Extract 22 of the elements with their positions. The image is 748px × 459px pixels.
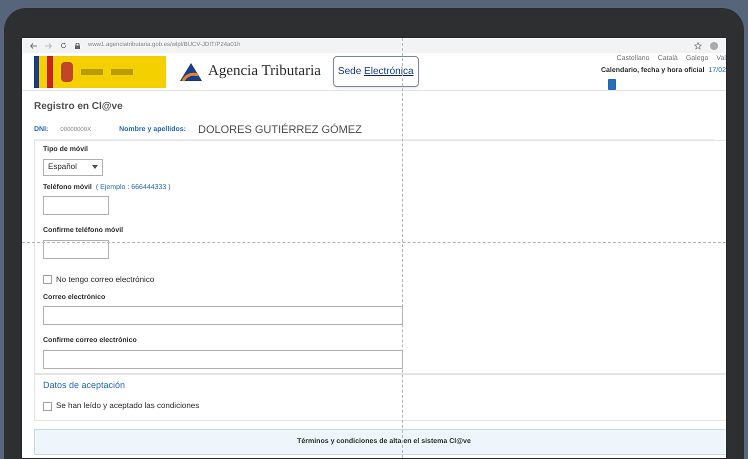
agency-logo-icon <box>178 60 204 82</box>
mobile-type-select[interactable]: Español <box>43 158 103 176</box>
reload-icon[interactable] <box>60 42 67 49</box>
confirm-phone-field[interactable] <box>43 240 109 258</box>
checkbox[interactable] <box>43 275 52 284</box>
back-icon[interactable] <box>30 42 37 48</box>
agency-name: Agencia Tributaria <box>208 62 321 82</box>
email-field[interactable] <box>43 306 403 325</box>
checkbox[interactable] <box>43 402 52 410</box>
name-value: DOLORES GUTIÉRREZ GÓMEZ <box>198 122 362 138</box>
caret-icon <box>92 165 98 169</box>
profile-icon[interactable] <box>710 42 718 50</box>
lock-icon <box>75 42 80 48</box>
forward-icon[interactable] <box>45 42 52 48</box>
confirm-email-field[interactable] <box>43 350 403 368</box>
checkbox-label: Se han leído y aceptado las condiciones <box>56 400 200 412</box>
checkbox-label: No tengo correo electrónico <box>56 274 154 286</box>
phone-field[interactable] <box>43 196 109 215</box>
star-icon[interactable] <box>694 42 702 50</box>
section-title: Datos de aceptación <box>43 378 126 392</box>
page-title: Registro en Cl@ve <box>34 100 124 114</box>
sede-logo[interactable]: Sede Electrónica <box>332 56 419 87</box>
